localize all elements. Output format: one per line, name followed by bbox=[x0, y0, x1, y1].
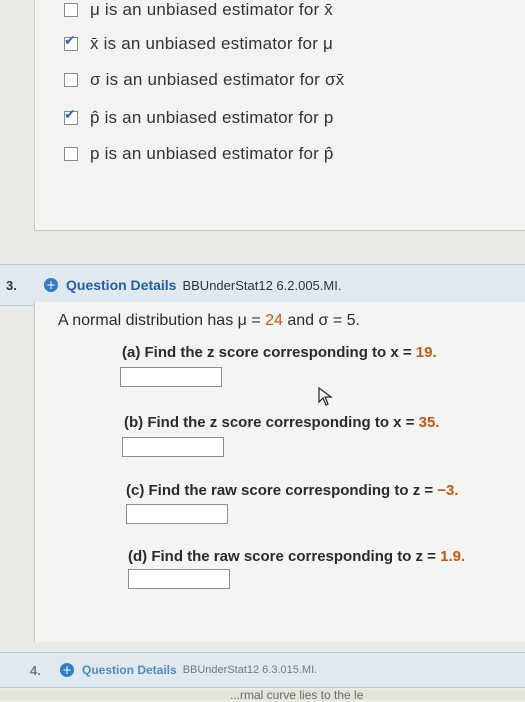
question-code: BBUnderStat12 6.2.005.MI. bbox=[182, 277, 342, 293]
sigma-value: 5. bbox=[346, 312, 360, 329]
option-4-checkbox[interactable] bbox=[64, 107, 78, 125]
question-details-link[interactable]: Question Details bbox=[66, 277, 176, 293]
part-b-prompt: (b) Find the z score corresponding to x … bbox=[124, 414, 439, 431]
option-5-label: p is an unbiased estimator for p̂ bbox=[90, 144, 334, 163]
question-3-header: 3. + Question Details BBUnderStat12 6.2.… bbox=[0, 264, 525, 306]
option-4-label: p̂ is an unbiased estimator for p bbox=[90, 108, 334, 127]
option-2[interactable]: x̄ is an unbiased estimator for μ bbox=[64, 32, 333, 56]
option-5-checkbox[interactable] bbox=[64, 147, 78, 161]
stem-prefix: A normal distribution has μ = bbox=[58, 312, 266, 329]
option-5[interactable]: p is an unbiased estimator for p̂ bbox=[64, 142, 334, 166]
part-c-value: −3. bbox=[437, 482, 459, 499]
part-d-text: (d) Find the raw score corresponding to … bbox=[128, 548, 441, 565]
question-4-header: 4. + Question Details BBUnderStat12 6.3.… bbox=[0, 652, 525, 688]
part-b-answer-input[interactable] bbox=[122, 437, 224, 457]
part-a-prompt: (a) Find the z score corresponding to x … bbox=[122, 344, 437, 361]
part-c-answer-input[interactable] bbox=[126, 504, 228, 524]
mouse-cursor-icon bbox=[318, 387, 333, 406]
expand-plus-icon[interactable]: + bbox=[44, 278, 58, 292]
option-4[interactable]: p̂ is an unbiased estimator for p bbox=[64, 106, 334, 130]
option-1[interactable]: μ is an unbiased estimator for x̄ bbox=[64, 0, 333, 22]
mu-value: 24 bbox=[265, 312, 283, 329]
part-c-text: (c) Find the raw score corresponding to … bbox=[126, 482, 438, 499]
question-4-number: 4. bbox=[30, 662, 41, 678]
expand-plus-icon-4[interactable]: + bbox=[60, 663, 74, 677]
question-number: 3. bbox=[6, 277, 17, 293]
option-2-checkbox[interactable] bbox=[64, 33, 78, 51]
option-3-checkbox[interactable] bbox=[64, 73, 78, 87]
part-d-value: 1.9. bbox=[440, 548, 466, 565]
stem-mid: and σ = bbox=[282, 312, 347, 329]
part-a-answer-input[interactable] bbox=[120, 367, 222, 387]
part-b-value: 35. bbox=[418, 414, 440, 431]
option-1-label: μ is an unbiased estimator for x̄ bbox=[90, 0, 333, 19]
question-4-code: BBUnderStat12 6.3.015.MI. bbox=[182, 664, 318, 676]
question-stem: A normal distribution has μ = 24 and σ =… bbox=[58, 312, 360, 330]
part-d-prompt: (d) Find the raw score corresponding to … bbox=[128, 548, 465, 565]
part-c-prompt: (c) Find the raw score corresponding to … bbox=[126, 482, 459, 499]
question-4-details-link[interactable]: Question Details bbox=[82, 663, 177, 677]
option-2-label: x̄ is an unbiased estimator for μ bbox=[90, 34, 333, 53]
option-3[interactable]: σ is an unbiased estimator for σx̄ bbox=[64, 68, 344, 92]
part-d-answer-input[interactable] bbox=[128, 569, 230, 589]
option-1-checkbox[interactable] bbox=[64, 3, 78, 17]
part-a-value: 19. bbox=[415, 344, 437, 361]
part-b-text: (b) Find the z score corresponding to x … bbox=[124, 414, 419, 431]
option-3-label: σ is an unbiased estimator for σx̄ bbox=[90, 70, 345, 89]
part-a-text: (a) Find the z score corresponding to x … bbox=[122, 344, 416, 361]
